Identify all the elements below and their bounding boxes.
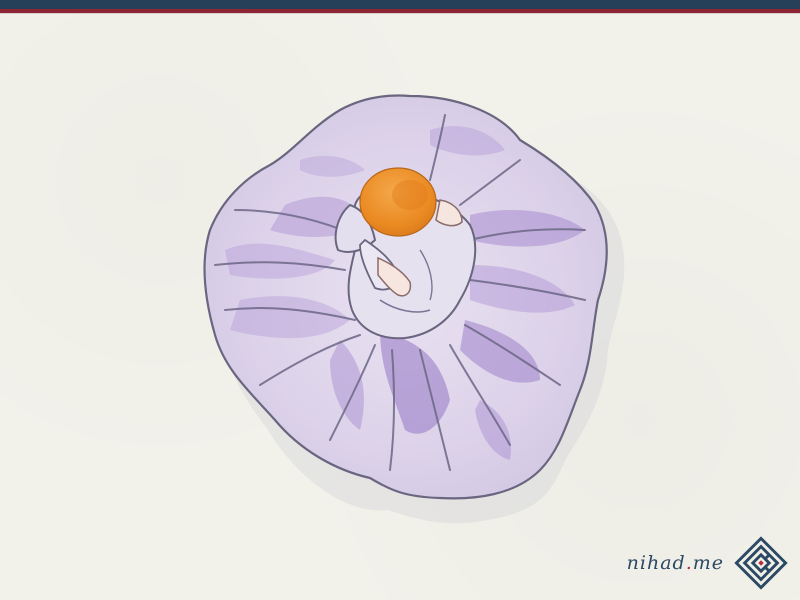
whirling-dervish-painting xyxy=(203,94,625,524)
kufic-square-logo-icon xyxy=(734,536,788,590)
watermark: nihad.me xyxy=(627,534,790,592)
watermark-text: nihad.me xyxy=(626,552,724,574)
